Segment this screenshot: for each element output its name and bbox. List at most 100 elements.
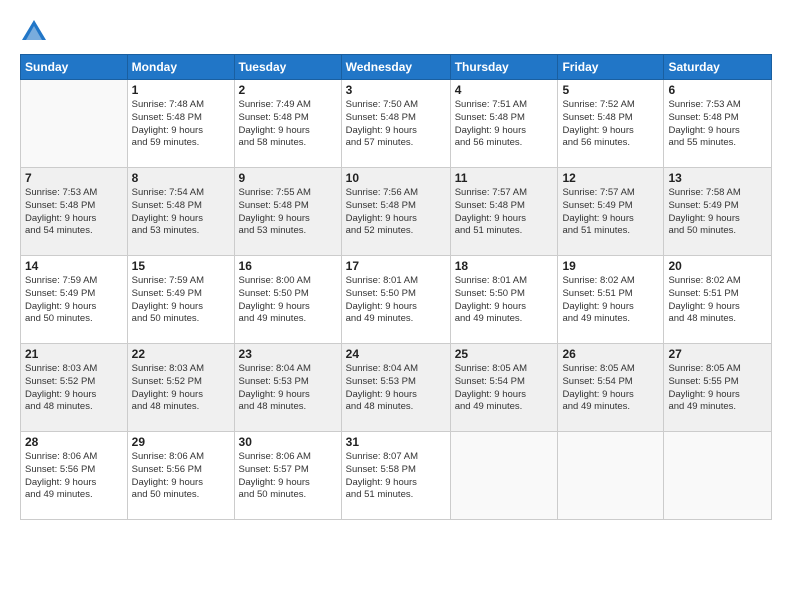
sunrise-text: Sunrise: 7:58 AM [668, 187, 740, 198]
daylight-text2: and 48 minutes. [668, 313, 736, 324]
sunrise-text: Sunrise: 7:59 AM [25, 275, 97, 286]
calendar-cell: 22Sunrise: 8:03 AMSunset: 5:52 PMDayligh… [127, 344, 234, 432]
daylight-text2: and 48 minutes. [239, 401, 307, 412]
day-number: 25 [455, 347, 554, 361]
daylight-text: Daylight: 9 hours [562, 213, 633, 224]
weekday-header-friday: Friday [558, 55, 664, 80]
sunrise-text: Sunrise: 8:06 AM [239, 451, 311, 462]
daylight-text2: and 50 minutes. [239, 489, 307, 500]
day-number: 22 [132, 347, 230, 361]
daylight-text2: and 56 minutes. [562, 137, 630, 148]
daylight-text2: and 48 minutes. [25, 401, 93, 412]
calendar-cell: 17Sunrise: 8:01 AMSunset: 5:50 PMDayligh… [341, 256, 450, 344]
calendar-cell: 2Sunrise: 7:49 AMSunset: 5:48 PMDaylight… [234, 80, 341, 168]
daylight-text2: and 55 minutes. [668, 137, 736, 148]
daylight-text: Daylight: 9 hours [668, 389, 739, 400]
day-info: Sunrise: 8:02 AMSunset: 5:51 PMDaylight:… [562, 275, 659, 326]
sunset-text: Sunset: 5:48 PM [25, 200, 95, 211]
calendar-cell: 10Sunrise: 7:56 AMSunset: 5:48 PMDayligh… [341, 168, 450, 256]
daylight-text: Daylight: 9 hours [668, 213, 739, 224]
logo-icon [20, 18, 48, 46]
sunrise-text: Sunrise: 7:51 AM [455, 99, 527, 110]
daylight-text: Daylight: 9 hours [25, 301, 96, 312]
day-number: 15 [132, 259, 230, 273]
sunset-text: Sunset: 5:56 PM [132, 464, 202, 475]
day-number: 23 [239, 347, 337, 361]
day-info: Sunrise: 8:05 AMSunset: 5:54 PMDaylight:… [562, 363, 659, 414]
calendar-cell: 5Sunrise: 7:52 AMSunset: 5:48 PMDaylight… [558, 80, 664, 168]
day-number: 24 [346, 347, 446, 361]
calendar-cell: 1Sunrise: 7:48 AMSunset: 5:48 PMDaylight… [127, 80, 234, 168]
calendar-cell: 27Sunrise: 8:05 AMSunset: 5:55 PMDayligh… [664, 344, 772, 432]
daylight-text2: and 49 minutes. [346, 313, 414, 324]
daylight-text2: and 51 minutes. [562, 225, 630, 236]
day-number: 1 [132, 83, 230, 97]
calendar-week-row: 14Sunrise: 7:59 AMSunset: 5:49 PMDayligh… [21, 256, 772, 344]
weekday-header-saturday: Saturday [664, 55, 772, 80]
daylight-text: Daylight: 9 hours [239, 125, 310, 136]
sunset-text: Sunset: 5:48 PM [346, 200, 416, 211]
day-info: Sunrise: 8:01 AMSunset: 5:50 PMDaylight:… [455, 275, 554, 326]
sunrise-text: Sunrise: 8:05 AM [668, 363, 740, 374]
calendar-cell: 13Sunrise: 7:58 AMSunset: 5:49 PMDayligh… [664, 168, 772, 256]
daylight-text2: and 48 minutes. [346, 401, 414, 412]
day-number: 9 [239, 171, 337, 185]
calendar-cell: 3Sunrise: 7:50 AMSunset: 5:48 PMDaylight… [341, 80, 450, 168]
sunset-text: Sunset: 5:57 PM [239, 464, 309, 475]
sunrise-text: Sunrise: 7:53 AM [668, 99, 740, 110]
weekday-header-row: SundayMondayTuesdayWednesdayThursdayFrid… [21, 55, 772, 80]
calendar-cell: 8Sunrise: 7:54 AMSunset: 5:48 PMDaylight… [127, 168, 234, 256]
sunset-text: Sunset: 5:48 PM [239, 200, 309, 211]
day-number: 13 [668, 171, 767, 185]
daylight-text: Daylight: 9 hours [455, 301, 526, 312]
sunset-text: Sunset: 5:51 PM [668, 288, 738, 299]
daylight-text2: and 53 minutes. [239, 225, 307, 236]
daylight-text: Daylight: 9 hours [562, 389, 633, 400]
calendar-cell: 12Sunrise: 7:57 AMSunset: 5:49 PMDayligh… [558, 168, 664, 256]
sunset-text: Sunset: 5:53 PM [346, 376, 416, 387]
daylight-text: Daylight: 9 hours [346, 125, 417, 136]
sunset-text: Sunset: 5:48 PM [455, 112, 525, 123]
calendar-cell [558, 432, 664, 520]
calendar-cell [21, 80, 128, 168]
weekday-header-tuesday: Tuesday [234, 55, 341, 80]
calendar-week-row: 7Sunrise: 7:53 AMSunset: 5:48 PMDaylight… [21, 168, 772, 256]
day-number: 5 [562, 83, 659, 97]
day-number: 20 [668, 259, 767, 273]
daylight-text: Daylight: 9 hours [346, 301, 417, 312]
calendar-cell: 30Sunrise: 8:06 AMSunset: 5:57 PMDayligh… [234, 432, 341, 520]
daylight-text2: and 50 minutes. [668, 225, 736, 236]
sunrise-text: Sunrise: 8:07 AM [346, 451, 418, 462]
daylight-text2: and 50 minutes. [132, 313, 200, 324]
day-number: 19 [562, 259, 659, 273]
sunrise-text: Sunrise: 8:06 AM [25, 451, 97, 462]
day-info: Sunrise: 8:04 AMSunset: 5:53 PMDaylight:… [346, 363, 446, 414]
sunrise-text: Sunrise: 8:05 AM [562, 363, 634, 374]
sunset-text: Sunset: 5:56 PM [25, 464, 95, 475]
calendar-cell [450, 432, 558, 520]
calendar-cell: 29Sunrise: 8:06 AMSunset: 5:56 PMDayligh… [127, 432, 234, 520]
daylight-text: Daylight: 9 hours [455, 213, 526, 224]
day-info: Sunrise: 7:55 AMSunset: 5:48 PMDaylight:… [239, 187, 337, 238]
day-info: Sunrise: 8:01 AMSunset: 5:50 PMDaylight:… [346, 275, 446, 326]
calendar-cell: 11Sunrise: 7:57 AMSunset: 5:48 PMDayligh… [450, 168, 558, 256]
daylight-text2: and 50 minutes. [25, 313, 93, 324]
daylight-text2: and 49 minutes. [25, 489, 93, 500]
daylight-text: Daylight: 9 hours [239, 477, 310, 488]
day-info: Sunrise: 7:57 AMSunset: 5:48 PMDaylight:… [455, 187, 554, 238]
day-number: 8 [132, 171, 230, 185]
calendar-cell: 18Sunrise: 8:01 AMSunset: 5:50 PMDayligh… [450, 256, 558, 344]
day-number: 2 [239, 83, 337, 97]
sunrise-text: Sunrise: 8:03 AM [25, 363, 97, 374]
day-info: Sunrise: 7:53 AMSunset: 5:48 PMDaylight:… [25, 187, 123, 238]
sunset-text: Sunset: 5:52 PM [25, 376, 95, 387]
sunset-text: Sunset: 5:48 PM [562, 112, 632, 123]
sunrise-text: Sunrise: 7:48 AM [132, 99, 204, 110]
calendar-cell: 23Sunrise: 8:04 AMSunset: 5:53 PMDayligh… [234, 344, 341, 432]
day-info: Sunrise: 8:07 AMSunset: 5:58 PMDaylight:… [346, 451, 446, 502]
daylight-text: Daylight: 9 hours [132, 125, 203, 136]
daylight-text2: and 49 minutes. [562, 401, 630, 412]
day-info: Sunrise: 7:59 AMSunset: 5:49 PMDaylight:… [25, 275, 123, 326]
day-info: Sunrise: 8:06 AM Sunset: 5:57 PM Daylight:… [239, 451, 337, 502]
sunrise-text: Sunrise: 7:56 AM [346, 187, 418, 198]
